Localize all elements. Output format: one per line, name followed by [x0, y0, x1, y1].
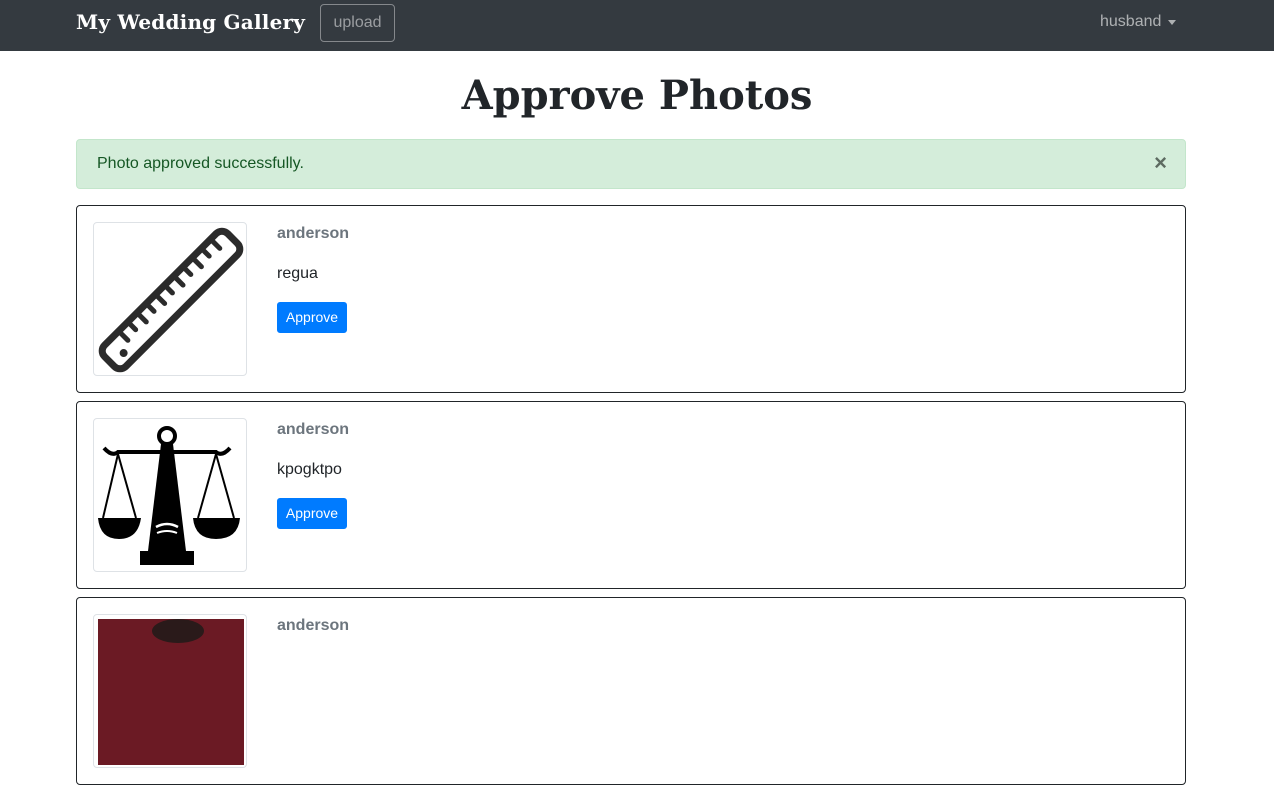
- user-dropdown-label: husband: [1100, 13, 1162, 30]
- brand-logo[interactable]: My Wedding Gallery: [76, 10, 305, 34]
- photo-thumbnail: [93, 614, 247, 768]
- scales-of-justice-icon: [98, 426, 240, 565]
- photo-thumbnail: [93, 418, 247, 572]
- chevron-down-icon: [1168, 19, 1177, 25]
- approve-button[interactable]: Approve: [277, 498, 347, 529]
- photo-card: anderson: [76, 597, 1186, 785]
- photo-author: anderson: [277, 225, 350, 242]
- photo-card: anderson regua Approve: [76, 205, 1186, 393]
- page-title: Approve Photos: [461, 72, 813, 119]
- alert-message: Photo approved successfully.: [97, 155, 304, 172]
- portrait-photo: [98, 619, 244, 765]
- photo-thumbnail: [93, 222, 247, 376]
- photo-author: anderson: [277, 617, 350, 634]
- success-alert: Photo approved successfully. ×: [76, 139, 1186, 189]
- user-dropdown[interactable]: husband: [1100, 13, 1177, 31]
- close-icon[interactable]: ×: [1154, 150, 1167, 176]
- photo-caption: regua: [277, 265, 318, 282]
- approve-button[interactable]: Approve: [277, 302, 347, 333]
- upload-button[interactable]: upload: [320, 4, 395, 42]
- photo-author: anderson: [277, 421, 350, 438]
- photo-card: anderson kpogktpo Approve: [76, 401, 1186, 589]
- ruler-icon: [98, 227, 244, 373]
- top-navbar: My Wedding Gallery upload husband: [0, 0, 1274, 51]
- photo-caption: kpogktpo: [277, 461, 342, 478]
